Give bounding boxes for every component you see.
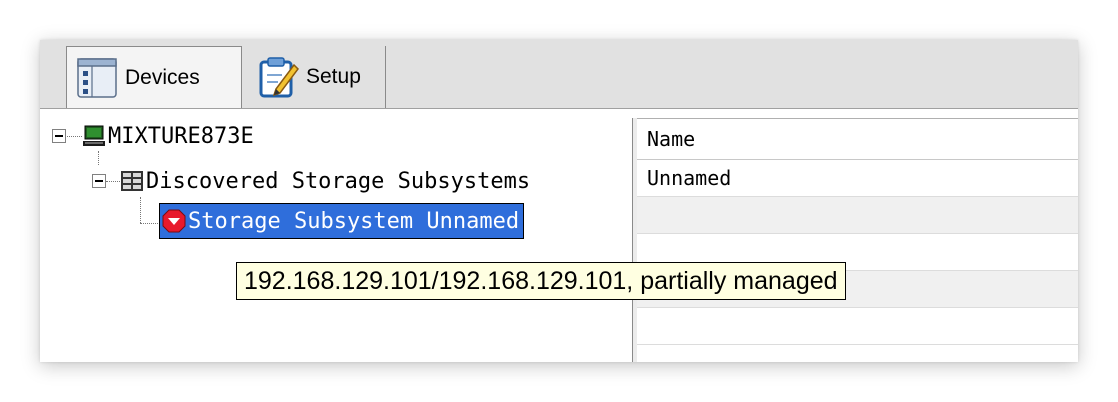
properties-table: Name Unnamed xyxy=(637,118,1078,362)
computer-icon xyxy=(83,125,105,146)
tree-node-storage-subsystem-label: Storage Subsystem Unnamed xyxy=(188,208,520,234)
tab-devices-label: Devices xyxy=(125,65,200,89)
tree-node-discovered[interactable]: Discovered Storage Subsystems xyxy=(92,166,530,196)
tab-devices[interactable]: Devices xyxy=(66,46,242,108)
column-header-name[interactable]: Name xyxy=(637,119,1078,160)
tree-connector xyxy=(140,197,141,223)
devices-list-icon xyxy=(77,57,117,98)
tab-setup-label: Setup xyxy=(306,65,361,88)
storage-array-icon xyxy=(121,171,143,191)
error-status-icon xyxy=(162,209,186,233)
collapse-toggle[interactable] xyxy=(52,129,66,143)
app-window: Devices Setup MIXTURE873E Discovered Sto… xyxy=(40,40,1078,362)
tree-connector xyxy=(98,151,99,165)
setup-clipboard-icon xyxy=(259,57,299,98)
table-row[interactable] xyxy=(637,197,1078,234)
table-row[interactable] xyxy=(637,308,1078,345)
tree-node-root[interactable]: MIXTURE873E xyxy=(52,121,254,151)
node-tooltip: 192.168.129.101/192.168.129.101, partial… xyxy=(236,262,846,300)
table-row[interactable]: Unnamed xyxy=(637,160,1078,197)
device-tree: MIXTURE873E Discovered Storage Subsystem… xyxy=(40,109,634,362)
collapse-toggle[interactable] xyxy=(92,174,106,188)
tree-node-discovered-label: Discovered Storage Subsystems xyxy=(146,168,531,194)
tree-node-root-label: MIXTURE873E xyxy=(108,123,254,149)
tree-connector xyxy=(140,223,160,224)
tab-setup[interactable]: Setup xyxy=(248,46,386,108)
tab-strip: Devices Setup xyxy=(40,40,1078,109)
tree-node-storage-subsystem[interactable]: Storage Subsystem Unnamed xyxy=(158,203,525,239)
